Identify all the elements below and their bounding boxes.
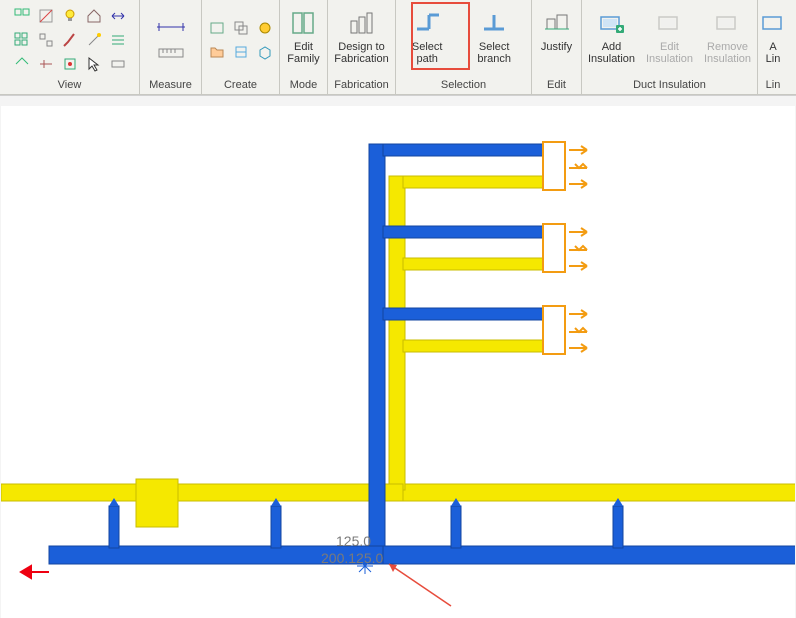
panel-edit-label: Edit (534, 77, 579, 94)
view-icon-11[interactable] (11, 53, 33, 75)
drawing-canvas[interactable]: 125.0 200.125.0 (0, 95, 796, 618)
edit-family-icon (288, 7, 320, 39)
add-insulation-icon (596, 7, 628, 39)
create-icon-5[interactable] (230, 41, 252, 63)
panel-mode-label: Mode (282, 77, 325, 94)
add-insulation-button[interactable]: Add Insulation (584, 4, 639, 76)
justify-button[interactable]: Justify (532, 4, 582, 76)
measure-tape-icon[interactable] (151, 42, 191, 64)
remove-insulation-icon (712, 7, 744, 39)
panel-edit: Justify Edit (532, 0, 582, 94)
select-path-button[interactable]: Select path (398, 4, 456, 76)
panel-create-label: Create (204, 77, 277, 94)
view-icon-2[interactable] (35, 5, 57, 27)
remove-insulation-button: Remove Insulation (700, 4, 755, 76)
select-branch-button[interactable]: Select branch (459, 4, 529, 76)
view-icon-1[interactable] (11, 5, 33, 27)
edit-family-button[interactable]: Edit Family (279, 4, 329, 76)
lines-icon[interactable] (107, 29, 129, 51)
edit-insulation-icon (654, 7, 686, 39)
view-icon-7[interactable] (35, 29, 57, 51)
panel-measure-label: Measure (142, 77, 199, 94)
justify-icon (541, 7, 573, 39)
wand-icon[interactable] (83, 29, 105, 51)
panel-duct-insulation: Add Insulation Edit Insulation Remove In… (582, 0, 758, 94)
select-branch-icon (478, 7, 510, 39)
edit-insulation-button: Edit Insulation (642, 4, 697, 76)
house-icon[interactable] (83, 5, 105, 27)
create-star-icon[interactable] (254, 17, 276, 39)
panel-create: Create (202, 0, 280, 94)
create-icon-2[interactable] (230, 17, 252, 39)
panel-measure: Measure (140, 0, 202, 94)
grid-icon[interactable] (11, 29, 33, 51)
panel-mode: Edit Family Mode (280, 0, 328, 94)
arrows-icon[interactable] (107, 5, 129, 27)
panel-duct-insulation-label: Duct Insulation (584, 77, 755, 94)
view-icon-15[interactable] (107, 53, 129, 75)
select-path-icon (411, 7, 443, 39)
view-icon-12[interactable] (35, 53, 57, 75)
drawing-inner: 125.0 200.125.0 (1, 106, 795, 618)
create-cube-icon[interactable] (254, 41, 276, 63)
bulb-icon[interactable] (59, 5, 81, 27)
create-icon-1[interactable] (206, 17, 228, 39)
panel-selection-label: Selection (398, 77, 529, 94)
panel-lining: A Lin Lin (758, 0, 788, 94)
view-icon-13[interactable] (59, 53, 81, 75)
lining-icon (757, 7, 789, 39)
brush-icon[interactable] (59, 29, 81, 51)
duct-plan-svg (1, 106, 795, 618)
measure-align-icon[interactable] (151, 16, 191, 38)
panel-fabrication-label: Fabrication (330, 77, 393, 94)
add-lining-button[interactable]: A Lin (760, 4, 786, 76)
create-folder-icon[interactable] (206, 41, 228, 63)
panel-fabrication: Design to Fabrication Fabrication (328, 0, 396, 94)
panel-view: View (0, 0, 140, 94)
design-to-fabrication-button[interactable]: Design to Fabrication (330, 4, 392, 76)
panel-lining-label: Lin (760, 77, 786, 94)
panel-selection: Select path Select branch Selection (396, 0, 532, 94)
dimension-2: 200.125.0 (321, 550, 383, 566)
ribbon-toolbar: View Measure Create Edit Family Mode (0, 0, 796, 95)
dimension-1: 125.0 (336, 533, 371, 549)
cursor-icon[interactable] (83, 53, 105, 75)
fabrication-icon (345, 7, 377, 39)
panel-view-label: View (2, 77, 137, 94)
